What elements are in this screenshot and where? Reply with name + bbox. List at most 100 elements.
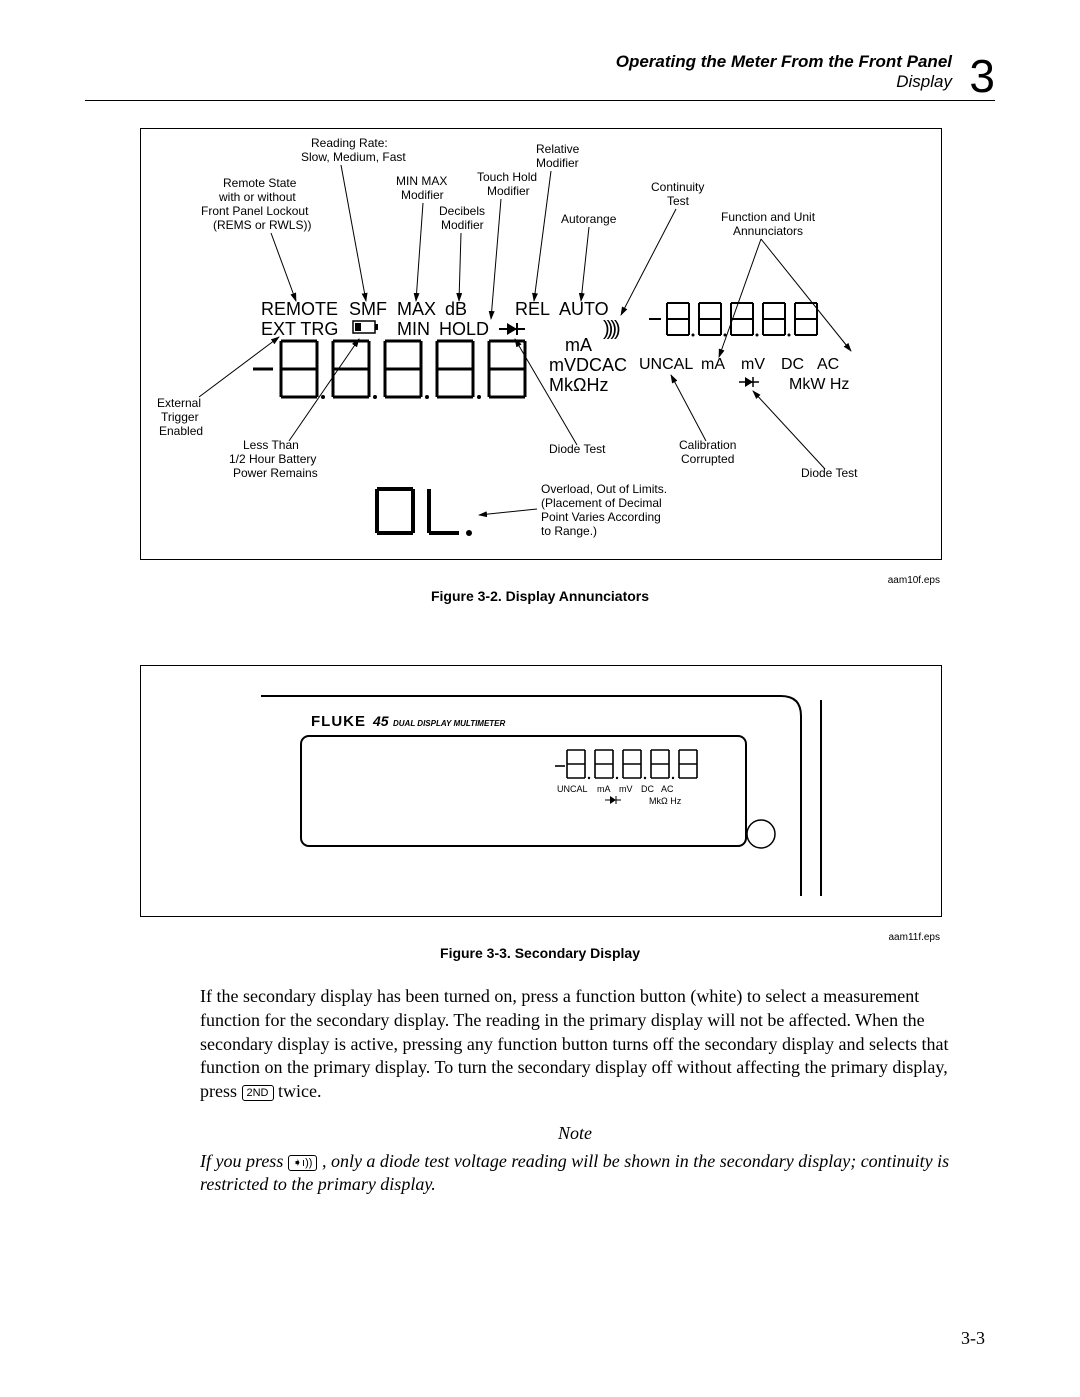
svg-text:Annunciators: Annunciators xyxy=(733,224,803,238)
svg-text:Slow, Medium, Fast: Slow, Medium, Fast xyxy=(301,150,406,164)
svg-text:Power Remains: Power Remains xyxy=(233,466,318,480)
svg-text:mA: mA xyxy=(701,356,725,373)
svg-text:MIN: MIN xyxy=(397,319,430,339)
callout-reading-rate: Reading Rate: Slow, Medium, Fast xyxy=(301,136,406,164)
svg-text:dB: dB xyxy=(445,299,467,319)
primary-units: mA mVDCAC MkΩHz xyxy=(549,335,627,395)
figure2-caption: Figure 3-3. Secondary Display xyxy=(140,945,940,961)
svg-text:Relative: Relative xyxy=(536,142,580,156)
body-text: If the secondary display has been turned… xyxy=(200,985,950,1197)
svg-text:mV: mV xyxy=(619,784,633,794)
svg-text:Modifier: Modifier xyxy=(536,156,579,170)
svg-text:Touch Hold: Touch Hold xyxy=(477,170,537,184)
model-45: 45 xyxy=(372,713,389,729)
callout-autorange: Autorange xyxy=(561,212,617,226)
svg-text:AUTO: AUTO xyxy=(559,299,609,319)
multimeter-subtitle: DUAL DISPLAY MULTIMETER xyxy=(393,719,506,728)
svg-text:Diode Test: Diode Test xyxy=(549,442,606,456)
callout-remote-state: Remote State with or without Front Panel… xyxy=(201,176,311,232)
paragraph-tail: twice. xyxy=(278,1081,321,1101)
secondary-digits-fig2 xyxy=(555,750,697,779)
svg-text:SMF: SMF xyxy=(349,299,387,319)
svg-text:Calibration: Calibration xyxy=(679,438,736,452)
chapter-number: 3 xyxy=(969,49,995,103)
callout-continuity: Continuity Test xyxy=(651,180,704,208)
svg-text:Test: Test xyxy=(667,194,690,208)
svg-text:DC: DC xyxy=(781,356,804,373)
page-header: Operating the Meter From the Front Panel… xyxy=(616,52,952,93)
continuity-icon: )))) xyxy=(603,318,620,340)
callout-overload: Overload, Out of Limits. (Placement of D… xyxy=(541,482,667,538)
svg-text:HOLD: HOLD xyxy=(439,319,489,339)
page-number: 3-3 xyxy=(961,1328,985,1349)
svg-text:MAX: MAX xyxy=(397,299,436,319)
svg-text:Point Varies According: Point Varies According xyxy=(541,510,661,524)
svg-text:UNCAL: UNCAL xyxy=(639,356,693,373)
svg-text:mA: mA xyxy=(565,335,592,355)
diode-icon xyxy=(499,323,525,335)
svg-text:UNCAL: UNCAL xyxy=(557,784,588,794)
svg-text:REL: REL xyxy=(515,299,550,319)
svg-text:1/2 Hour Battery: 1/2 Hour Battery xyxy=(229,452,316,466)
svg-text:MkΩHz: MkΩHz xyxy=(549,375,608,395)
brand-fluke: FLUKE xyxy=(311,713,366,730)
svg-text:Less Than: Less Than xyxy=(243,438,299,452)
secondary-units-fig2: UNCAL mA mV DC AC MkΩ Hz xyxy=(557,784,682,806)
svg-text:Overload, Out of Limits.: Overload, Out of Limits. xyxy=(541,482,667,496)
svg-text:Continuity: Continuity xyxy=(651,180,704,194)
primary-digits xyxy=(253,341,525,399)
figure1-caption: Figure 3-2. Display Annunciators xyxy=(140,588,940,604)
svg-text:DC: DC xyxy=(641,784,654,794)
note-heading: Note xyxy=(200,1122,950,1146)
svg-text:Autorange: Autorange xyxy=(561,212,617,226)
svg-text:EXT TRG: EXT TRG xyxy=(261,319,338,339)
key-2nd: 2ND xyxy=(242,1085,274,1101)
annunciator-row-1: REMOTE SMF MAX dB REL AUTO xyxy=(261,299,609,319)
figure-display-annunciators: Reading Rate: Slow, Medium, Fast Relativ… xyxy=(140,128,942,560)
svg-text:Modifier: Modifier xyxy=(441,218,484,232)
svg-text:mVDCAC: mVDCAC xyxy=(549,355,627,375)
key-diode-continuity: ➧ı)) xyxy=(288,1155,318,1171)
callout-decibels: Decibels Modifier xyxy=(439,204,485,232)
svg-text:(Placement of Decimal: (Placement of Decimal xyxy=(541,496,662,510)
ol-glyph xyxy=(377,489,472,536)
svg-text:MkΩ Hz: MkΩ Hz xyxy=(649,796,682,806)
callout-low-batt: Less Than 1/2 Hour Battery Power Remains xyxy=(229,438,318,480)
svg-text:Trigger: Trigger xyxy=(161,410,199,424)
svg-text:MIN MAX: MIN MAX xyxy=(396,174,447,188)
svg-text:Modifier: Modifier xyxy=(487,184,530,198)
header-rule xyxy=(85,100,995,101)
callout-relative-modifier: Relative Modifier xyxy=(536,142,580,170)
svg-text:mV: mV xyxy=(741,356,765,373)
svg-text:with or without: with or without xyxy=(218,190,296,204)
secondary-units: UNCAL mA mV DC AC MkW Hz xyxy=(639,356,849,393)
svg-text:Remote State: Remote State xyxy=(223,176,297,190)
callout-calibration: Calibration Corrupted xyxy=(679,438,736,466)
note-body: If you press ➧ı)) , only a diode test vo… xyxy=(200,1150,950,1198)
svg-text:Diode Test: Diode Test xyxy=(801,466,858,480)
svg-text:to Range.): to Range.) xyxy=(541,524,597,538)
figure-secondary-display: FLUKE 45 DUAL DISPLAY MULTIMETER UNCAL m… xyxy=(140,665,942,917)
svg-text:External: External xyxy=(157,396,201,410)
figure1-eps: aam10f.eps xyxy=(888,575,940,586)
header-subtitle: Display xyxy=(616,72,952,92)
svg-text:Front Panel Lockout: Front Panel Lockout xyxy=(201,204,309,218)
svg-text:(REMS or RWLS)): (REMS or RWLS)) xyxy=(213,218,311,232)
callout-func-unit: Function and Unit Annunciators xyxy=(721,210,816,238)
figure2-eps: aam11f.eps xyxy=(888,932,940,943)
secondary-digits-fig1 xyxy=(649,303,817,337)
svg-text:Corrupted: Corrupted xyxy=(681,452,734,466)
svg-text:AC: AC xyxy=(817,356,839,373)
svg-text:Function and Unit: Function and Unit xyxy=(721,210,816,224)
svg-text:REMOTE: REMOTE xyxy=(261,299,338,319)
knob-icon xyxy=(747,820,775,848)
header-title: Operating the Meter From the Front Panel xyxy=(616,52,952,72)
callout-ext-trigger: External Trigger Enabled xyxy=(157,396,203,438)
svg-text:mA: mA xyxy=(597,784,611,794)
svg-text:MkW Hz: MkW Hz xyxy=(789,376,849,393)
callout-diode-test-2: Diode Test xyxy=(801,466,858,480)
svg-text:Decibels: Decibels xyxy=(439,204,485,218)
svg-text:Enabled: Enabled xyxy=(159,424,203,438)
svg-text:Reading Rate:: Reading Rate: xyxy=(311,136,388,150)
svg-text:Modifier: Modifier xyxy=(401,188,444,202)
